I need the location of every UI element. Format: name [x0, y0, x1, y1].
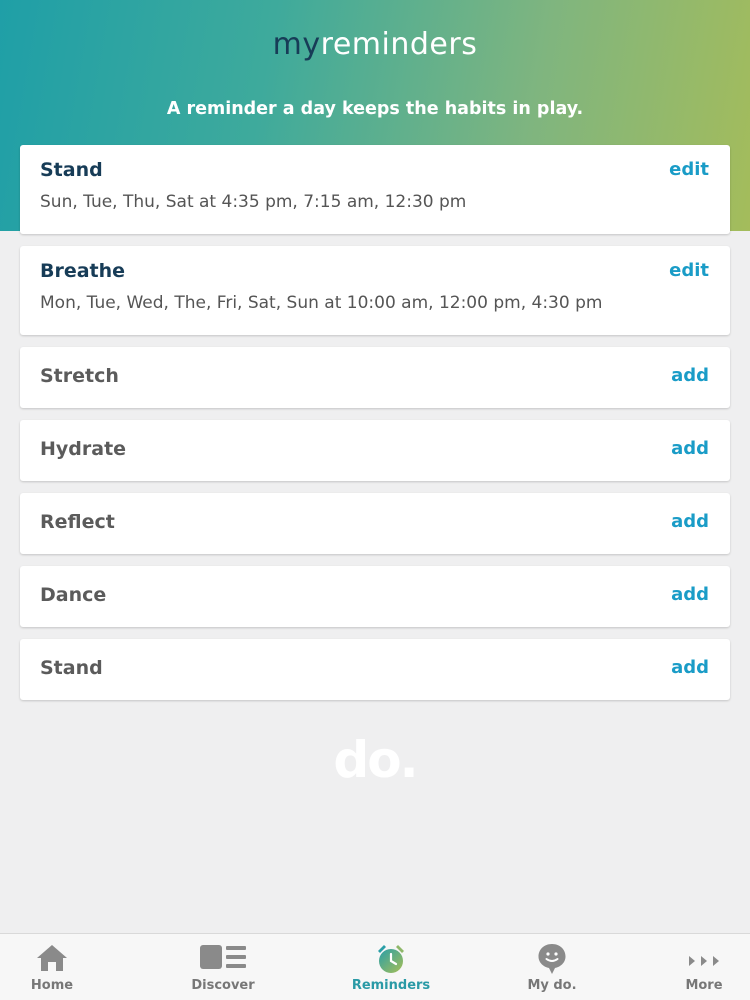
- reminder-title: Stretch: [40, 365, 119, 387]
- reminder-list: Stand Sun, Tue, Thu, Sat at 4:35 pm, 7:1…: [20, 145, 730, 712]
- tab-label: More: [685, 978, 723, 993]
- tab-my-do[interactable]: My do.: [487, 934, 617, 1000]
- reminder-card-stand[interactable]: Stand Sun, Tue, Thu, Sat at 4:35 pm, 7:1…: [20, 145, 730, 234]
- reminder-card-breathe[interactable]: Breathe Mon, Tue, Wed, The, Fri, Sat, Su…: [20, 246, 730, 335]
- add-button[interactable]: add: [671, 656, 709, 680]
- tab-label: Reminders: [351, 978, 431, 993]
- reminder-card-stand-2[interactable]: Stand add: [20, 639, 730, 700]
- tagline: A reminder a day keeps the habits in pla…: [166, 99, 584, 119]
- reminder-card-hydrate[interactable]: Hydrate add: [20, 420, 730, 481]
- edit-button[interactable]: edit: [669, 158, 709, 182]
- do-logo-watermark: do.: [333, 731, 418, 789]
- profile-pin-icon: [537, 943, 567, 979]
- tab-discover[interactable]: Discover: [158, 934, 288, 1000]
- reminder-schedule: Sun, Tue, Thu, Sat at 4:35 pm, 7:15 am, …: [40, 192, 467, 212]
- discover-icon: [199, 943, 247, 975]
- tab-home[interactable]: Home: [0, 934, 117, 1000]
- more-arrows-icon: [687, 952, 721, 971]
- tab-label: Discover: [191, 978, 255, 993]
- add-button[interactable]: add: [671, 510, 709, 534]
- tab-reminders[interactable]: Reminders: [326, 934, 456, 1000]
- tab-label: My do.: [527, 978, 577, 993]
- alarm-clock-icon: [375, 943, 407, 979]
- reminder-title: Stand: [40, 657, 103, 679]
- tab-more[interactable]: More: [639, 934, 750, 1000]
- reminder-title: Dance: [40, 584, 107, 606]
- reminder-card-dance[interactable]: Dance add: [20, 566, 730, 627]
- home-icon: [35, 943, 69, 977]
- tab-label: Home: [30, 978, 74, 993]
- app-title-prefix: my: [272, 27, 321, 62]
- reminder-card-reflect[interactable]: Reflect add: [20, 493, 730, 554]
- add-button[interactable]: add: [671, 583, 709, 607]
- reminder-title: Stand: [40, 159, 103, 181]
- add-button[interactable]: add: [671, 364, 709, 388]
- add-button[interactable]: add: [671, 437, 709, 461]
- reminder-schedule: Mon, Tue, Wed, The, Fri, Sat, Sun at 10:…: [40, 293, 603, 313]
- app-title: myreminders: [0, 26, 750, 64]
- reminder-title: Hydrate: [40, 438, 127, 460]
- tab-bar: Home Discover Reminders My do. More: [0, 933, 750, 1000]
- app-title-main: reminders: [320, 27, 478, 62]
- reminder-card-stretch[interactable]: Stretch add: [20, 347, 730, 408]
- reminder-title: Reflect: [40, 511, 115, 533]
- reminder-title: Breathe: [40, 260, 126, 282]
- edit-button[interactable]: edit: [669, 259, 709, 283]
